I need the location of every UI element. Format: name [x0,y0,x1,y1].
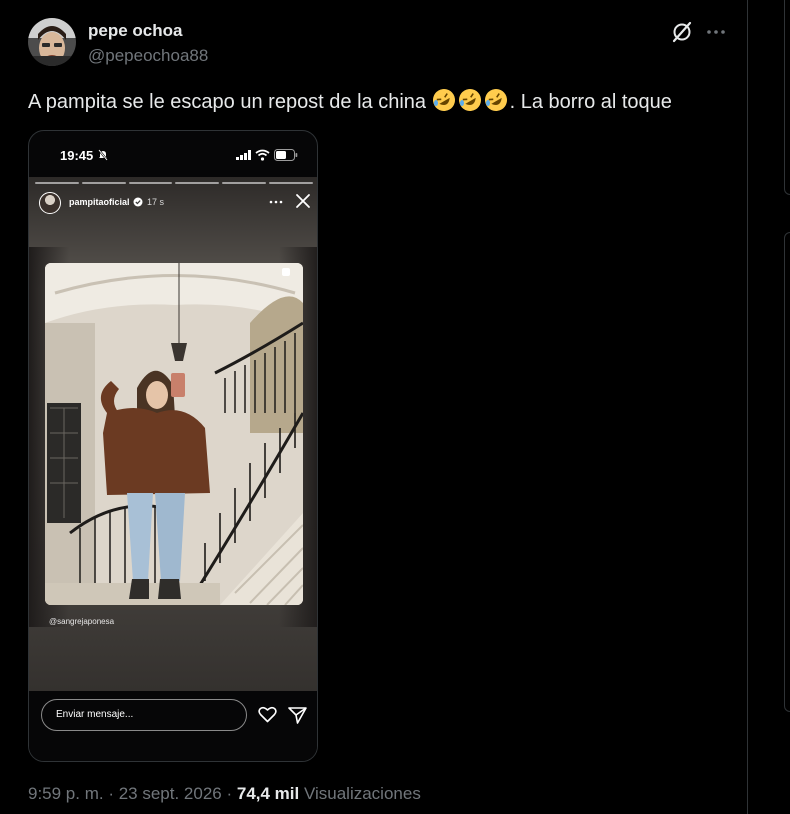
wifi-icon [255,149,270,161]
views-count: 74,4 mil [236,784,300,803]
instagram-story: pampitaoficial 17 s @sangrejaponesa [29,177,317,691]
author-handle[interactable]: @pepeochoa88 [88,46,208,66]
story-sticker-icon [282,268,290,276]
meta-separator: · [103,784,119,803]
sidebar-card [784,0,790,195]
tweet-text: A pampita se le escapo un repost de la c… [28,88,672,115]
battery-icon [274,149,298,161]
author-name[interactable]: pepe ochoa [88,21,182,41]
story-reply-bar: Enviar mensaje... [29,691,317,761]
send-icon [288,707,307,724]
tweet-meta: 9:59 p. m. · 23 sept. 2026 · 74,4 mil Vi… [28,784,421,804]
meta-separator: · [221,784,237,803]
author-avatar[interactable] [28,18,76,66]
phone-status-time: 19:45 [60,148,94,163]
tweet-text-end: . La borro al toque [509,91,672,113]
story-more-icon [269,200,283,204]
tweet-media-image[interactable]: 19:45 pampitaoficial 17 s @sangrejapones… [28,130,318,762]
tweet-time[interactable]: 9:59 p. m. [28,784,104,803]
story-avatar [39,192,61,214]
grok-icon[interactable] [670,20,694,44]
views-label: Visualizaciones [299,784,421,803]
rofl-emoji-icon [432,89,455,111]
more-options-icon[interactable] [704,20,728,44]
phone-status-bar: 19:45 [29,131,317,177]
sidebar-card [784,232,790,712]
story-close-icon [296,194,310,208]
story-progress-bar [35,182,313,184]
heart-icon [258,706,277,723]
verified-badge-icon [133,197,143,207]
signal-icon [236,150,251,160]
story-credit: @sangrejaponesa [49,617,115,626]
story-photo [45,263,303,605]
rofl-emoji-icon [458,89,481,111]
story-reply-placeholder: Enviar mensaje... [56,709,134,720]
tweet-text-main: A pampita se le escapo un repost de la c… [28,91,432,113]
timeline-divider [747,0,748,814]
bell-muted-icon [98,149,108,161]
story-time-ago: 17 s [147,197,165,207]
tweet-date[interactable]: 23 sept. 2026 [119,784,222,803]
story-username: pampitaoficial [69,197,130,207]
rofl-emoji-icon [484,89,507,111]
